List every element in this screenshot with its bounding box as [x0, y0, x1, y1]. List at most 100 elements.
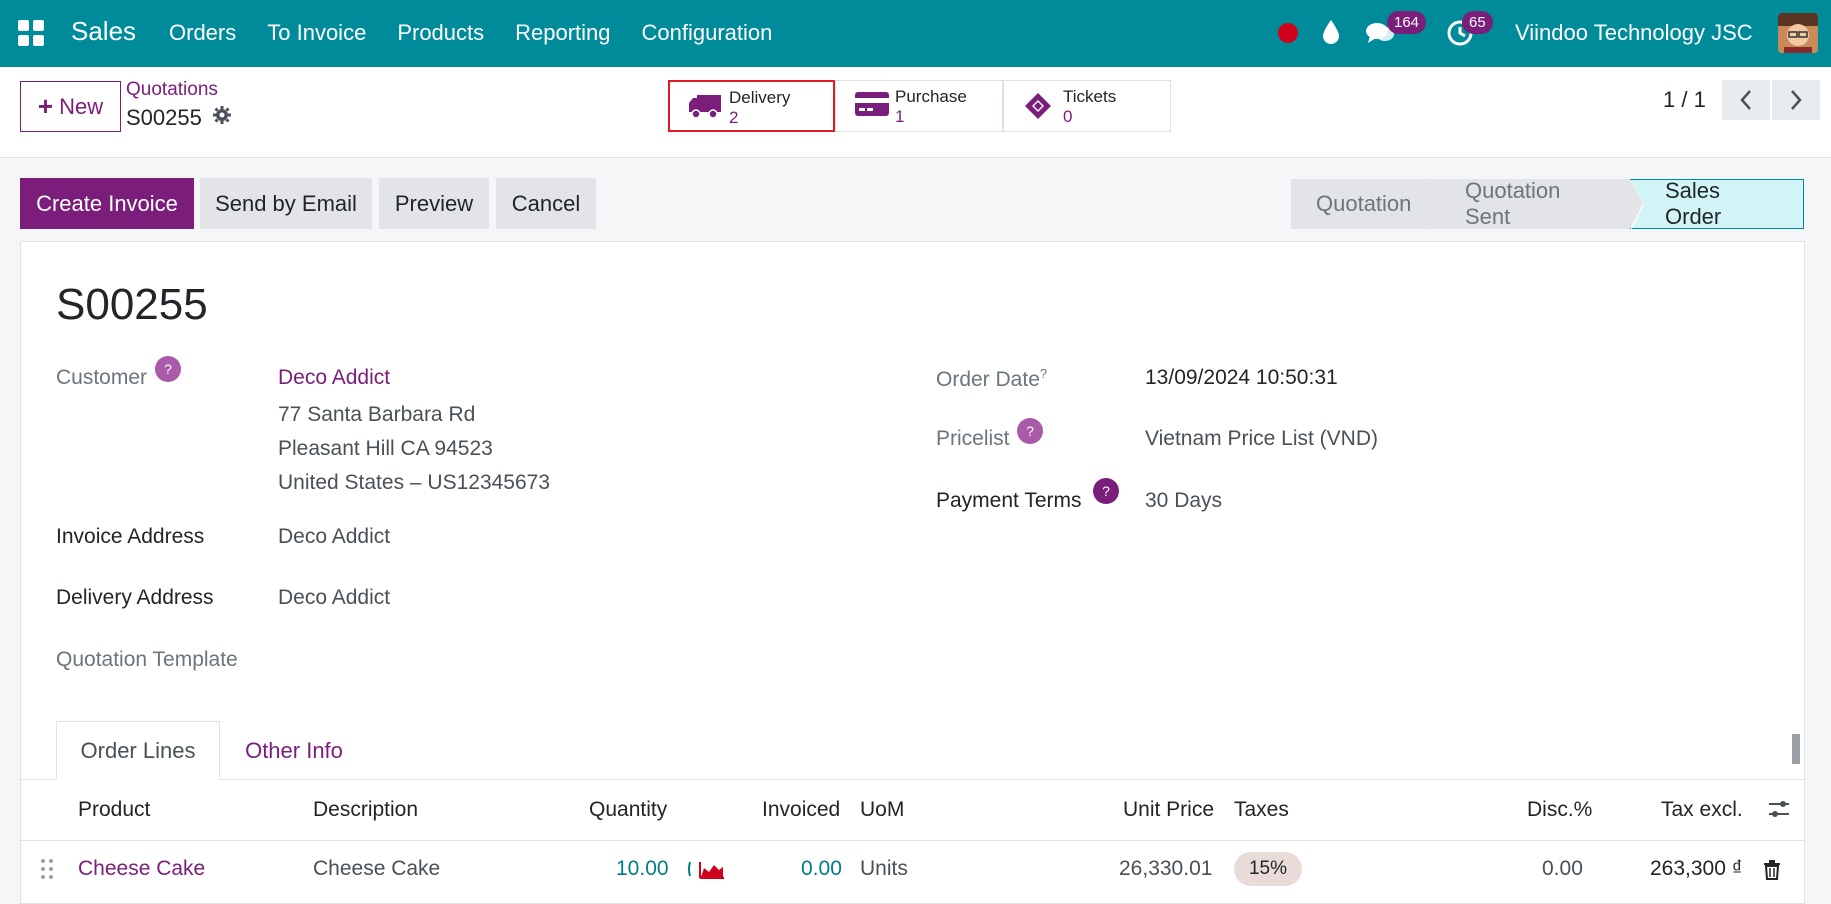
tab-other-info[interactable]: Other Info — [224, 721, 364, 780]
tax-tag[interactable]: 15% — [1234, 852, 1302, 886]
customer-help-icon[interactable]: ? — [155, 356, 181, 382]
col-header-quantity[interactable]: Quantity — [589, 798, 667, 822]
invoice-address-field[interactable]: Deco Addict — [278, 525, 390, 549]
menu-reporting[interactable]: Reporting — [515, 20, 610, 46]
status-bar: Quotation Quotation Sent Sales Order — [1291, 178, 1804, 230]
main-menu: Orders To Invoice Products Reporting Con… — [169, 20, 772, 46]
gear-icon[interactable] — [212, 105, 232, 131]
cell-discount[interactable]: 0.00 — [1542, 857, 1583, 881]
truck-icon — [688, 91, 722, 126]
status-arrow — [1630, 179, 1643, 229]
activity-count-badge: 65 — [1462, 11, 1493, 34]
cell-tax-excl: 263,300 ₫ — [1650, 857, 1743, 880]
drop-icon[interactable] — [1320, 18, 1342, 51]
pricelist-help-icon[interactable]: ? — [1017, 418, 1043, 444]
purchase-count: 1 — [895, 107, 905, 126]
order-title: S00255 — [56, 280, 208, 329]
quotation-template-label: Quotation Template — [56, 648, 238, 671]
col-header-invoiced[interactable]: Invoiced — [762, 798, 840, 822]
col-header-product[interactable]: Product — [78, 798, 150, 822]
breadcrumb-current: S00255 — [126, 105, 232, 131]
customer-address-line-3: United States – US12345673 — [278, 471, 551, 494]
user-avatar[interactable] — [1778, 13, 1818, 53]
invoice-address-label: Invoice Address — [56, 525, 205, 548]
customer-address-line-1: 77 Santa Barbara Rd — [278, 403, 476, 426]
cell-description[interactable]: Cheese Cake — [313, 857, 440, 881]
col-header-discount[interactable]: Disc.% — [1527, 798, 1592, 822]
plus-icon: + — [37, 91, 54, 121]
record-dot-icon[interactable] — [1278, 23, 1298, 43]
purchase-label: Purchase — [895, 87, 967, 106]
status-quotation-sent[interactable]: Quotation Sent — [1431, 178, 1643, 229]
header-divider — [20, 840, 1805, 841]
delivery-address-label: Delivery Address — [56, 586, 214, 609]
apps-menu-icon[interactable] — [18, 20, 44, 46]
payment-terms-field[interactable]: 30 Days — [1145, 489, 1222, 513]
tickets-label: Tickets — [1063, 87, 1117, 106]
drag-handle-icon[interactable] — [40, 858, 54, 885]
chevron-right-icon — [1791, 90, 1802, 110]
scrollbar[interactable] — [1789, 722, 1803, 778]
forecast-chart-icon[interactable] — [688, 858, 726, 885]
status-sales-order[interactable]: Sales Order — [1630, 178, 1804, 230]
chat-count-badge: 164 — [1387, 11, 1427, 34]
control-panel: + New Quotations S00255 Delivery 2 Purch… — [0, 67, 1831, 158]
preview-button[interactable]: Preview — [379, 178, 489, 229]
cell-uom[interactable]: Units — [860, 857, 908, 881]
credit-card-icon — [854, 90, 890, 123]
col-header-taxes[interactable]: Taxes — [1234, 798, 1289, 822]
customer-label: Customer — [56, 366, 148, 389]
order-date-field[interactable]: 13/09/2024 10:50:31 — [1145, 366, 1338, 390]
col-header-description[interactable]: Description — [313, 798, 418, 822]
new-button[interactable]: + New — [20, 81, 121, 132]
company-switcher[interactable]: Viindoo Technology JSC — [1515, 20, 1753, 46]
top-navbar: Sales Orders To Invoice Products Reporti… — [0, 0, 1831, 67]
pager-value[interactable]: 1 / 1 — [1663, 87, 1706, 113]
col-header-uom[interactable]: UoM — [860, 798, 904, 822]
pager-previous-button[interactable] — [1722, 80, 1770, 120]
tab-order-lines[interactable]: Order Lines — [56, 721, 220, 780]
scrollbar-thumb[interactable] — [1792, 734, 1800, 764]
menu-to-invoice[interactable]: To Invoice — [267, 20, 366, 46]
ticket-icon — [1022, 90, 1054, 127]
send-by-email-button[interactable]: Send by Email — [200, 178, 372, 229]
status-quotation[interactable]: Quotation — [1291, 179, 1444, 229]
delivery-address-field[interactable]: Deco Addict — [278, 586, 390, 610]
tickets-smart-button[interactable]: Tickets 0 — [1003, 80, 1171, 132]
tickets-count: 0 — [1063, 107, 1073, 126]
app-name[interactable]: Sales — [71, 16, 136, 47]
optional-columns-icon[interactable] — [1767, 797, 1791, 826]
pager-next-button[interactable] — [1772, 80, 1820, 120]
breadcrumb-parent[interactable]: Quotations — [126, 79, 218, 101]
chevron-left-icon — [1740, 90, 1751, 110]
pricelist-field[interactable]: Vietnam Price List (VND) — [1145, 427, 1378, 451]
payment-terms-help-icon[interactable]: ? — [1093, 478, 1119, 504]
order-date-label-text: Order Date — [936, 368, 1040, 391]
menu-orders[interactable]: Orders — [169, 20, 236, 46]
cell-product[interactable]: Cheese Cake — [78, 857, 205, 881]
status-quotation-label: Quotation — [1316, 191, 1412, 216]
col-header-tax-excl[interactable]: Tax excl. — [1661, 798, 1743, 822]
delivery-smart-button[interactable]: Delivery 2 — [668, 80, 835, 132]
purchase-smart-button[interactable]: Purchase 1 — [835, 80, 1003, 132]
status-quotation-sent-label: Quotation Sent — [1465, 178, 1561, 229]
menu-products[interactable]: Products — [397, 20, 484, 46]
create-invoice-button[interactable]: Create Invoice — [20, 178, 194, 229]
pricelist-label: Pricelist — [936, 427, 1010, 450]
new-button-label: New — [59, 93, 104, 119]
menu-configuration[interactable]: Configuration — [642, 20, 773, 46]
delivery-label: Delivery — [729, 88, 791, 107]
cell-quantity[interactable]: 10.00 — [616, 857, 669, 881]
status-arrow — [1431, 179, 1444, 229]
order-date-help-mark[interactable]: ? — [1040, 366, 1047, 381]
cell-invoiced: 0.00 — [801, 857, 842, 880]
trash-icon[interactable] — [1763, 860, 1781, 885]
status-sales-order-label: Sales Order — [1665, 178, 1722, 229]
customer-address-line-2: Pleasant Hill CA 94523 — [278, 437, 493, 460]
payment-terms-label: Payment Terms — [936, 489, 1082, 512]
cancel-button[interactable]: Cancel — [496, 178, 596, 229]
breadcrumb-current-label: S00255 — [126, 105, 202, 130]
customer-name-link[interactable]: Deco Addict — [278, 366, 390, 390]
col-header-unit-price[interactable]: Unit Price — [1123, 798, 1214, 822]
cell-unit-price[interactable]: 26,330.01 — [1119, 857, 1212, 881]
